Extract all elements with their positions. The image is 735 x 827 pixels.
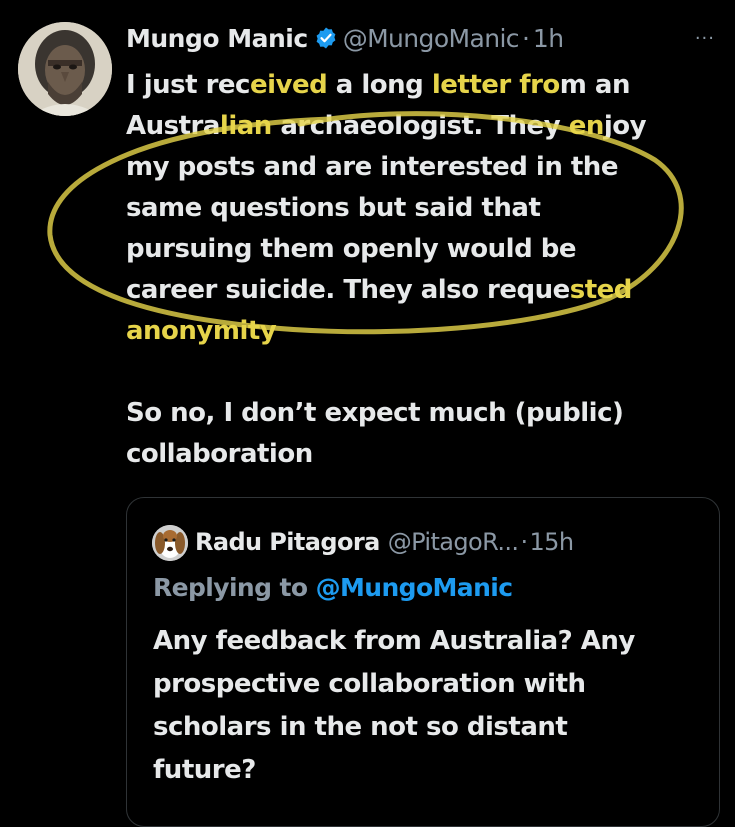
replying-to-label: Replying to (153, 573, 308, 602)
separator-dot: · (520, 528, 528, 556)
neanderthal-portrait-avatar (18, 22, 112, 116)
verified-badge-icon (314, 26, 338, 50)
tweet-header: Mungo Manic @MungoManic · 1h (126, 18, 564, 58)
quoted-author-avatar[interactable] (152, 525, 188, 561)
highlighted-text-run: eived (249, 70, 328, 100)
quoted-tweet-line: Any feedback from Australia? Any (153, 626, 635, 656)
text-run: archaeologist. They (271, 111, 569, 141)
tweet-body: I just received a long letter from an Au… (126, 65, 716, 475)
quoted-tweet-header: Radu Pitagora @PitagoR... · 15h (195, 522, 574, 562)
author-handle[interactable]: @MungoManic (343, 24, 520, 53)
more-options-icon[interactable]: ··· (695, 28, 715, 49)
replying-to-line: Replying to @MungoManic (153, 573, 513, 602)
tweet-line: anonymity (126, 316, 277, 346)
author-avatar[interactable] (18, 22, 112, 116)
separator-dot: · (521, 23, 530, 53)
tweet-line: So no, I don’t expect much (public) (126, 398, 624, 428)
beagle-dog-avatar (152, 525, 188, 561)
author-name[interactable]: Mungo Manic (126, 24, 308, 53)
highlighted-text-run: fro (519, 70, 560, 100)
tweet-line: collaboration (126, 439, 313, 469)
text-run (511, 70, 520, 100)
text-run: Austra (126, 111, 220, 141)
highlighted-text-run: lian (219, 111, 272, 141)
quoted-tweet-line: future? (153, 755, 256, 785)
tweet-line: same questions but said that (126, 193, 541, 223)
text-run: career suicide. They also reque (126, 275, 570, 305)
tweet-line: my posts and are interested in the (126, 152, 618, 182)
tweet-line: career suicide. They also requested (126, 270, 716, 311)
highlighted-text-run: letter (431, 70, 511, 100)
highlighted-text-run: en (568, 111, 605, 141)
quoted-tweet-line: scholars in the not so distant (153, 712, 568, 742)
quoted-tweet-line: prospective collaboration with (153, 669, 586, 699)
text-run: joy (603, 111, 647, 141)
tweet-line: I just received a long letter from an (126, 65, 716, 106)
tweet-line: pursuing them openly would be (126, 234, 576, 264)
quoted-author-name[interactable]: Radu Pitagora (195, 528, 380, 556)
highlighted-text-run: sted (569, 275, 633, 305)
text-run: a long (327, 70, 432, 100)
replying-to-handle-link[interactable]: @MungoManic (316, 573, 513, 602)
quoted-tweet-timestamp[interactable]: 15h (529, 528, 574, 556)
tweet-line: Australian archaeologist. They enjoy (126, 106, 716, 147)
tweet-timestamp[interactable]: 1h (533, 24, 564, 53)
text-run: I just rec (126, 70, 250, 100)
quoted-tweet-body: Any feedback from Australia? Any prospec… (153, 620, 713, 792)
text-run: m an (559, 70, 631, 100)
quoted-tweet-card[interactable]: Radu Pitagora @PitagoR... · 15h Replying… (126, 497, 720, 827)
quoted-author-handle[interactable]: @PitagoR... (388, 528, 519, 556)
